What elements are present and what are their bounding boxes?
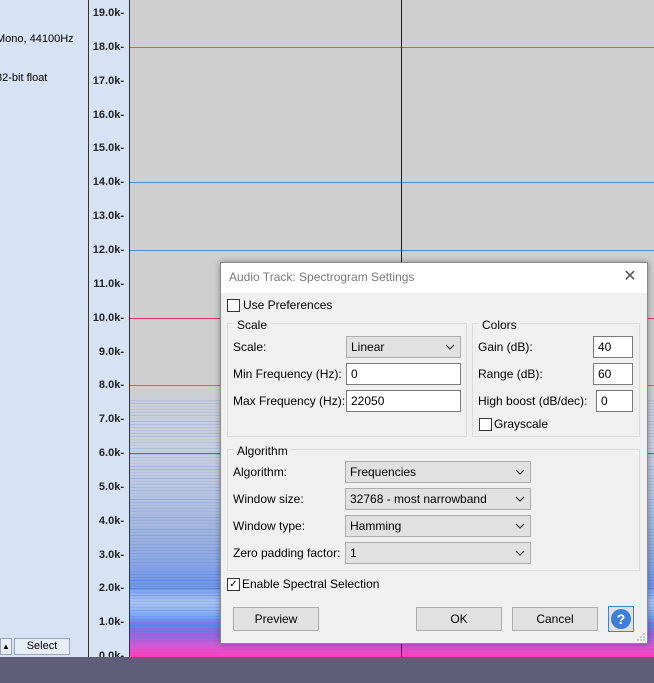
- colors-group-title: Colors: [479, 318, 520, 332]
- high-boost-label: High boost (dB/dec):: [478, 394, 588, 408]
- spectrogram-stripe: [130, 649, 654, 650]
- use-preferences-label: Use Preferences: [243, 298, 333, 312]
- scale-select-value: Linear: [351, 340, 385, 354]
- window-size-label: Window size:: [233, 492, 304, 506]
- spectrogram-stripe: [130, 655, 654, 656]
- high-boost-input[interactable]: 0: [596, 390, 633, 412]
- collapse-track-button[interactable]: ▲: [0, 638, 12, 655]
- scale-select[interactable]: Linear: [346, 336, 461, 358]
- max-frequency-input[interactable]: 22050: [346, 390, 461, 412]
- spectral-selection-label: Enable Spectral Selection: [242, 577, 380, 591]
- grid-line: [130, 47, 654, 48]
- chevron-down-icon: [515, 469, 525, 475]
- chevron-down-icon: [515, 550, 525, 556]
- spectrogram-stripe: [130, 652, 654, 653]
- help-icon: ?: [611, 609, 631, 629]
- spectrogram-stripe: [130, 646, 654, 647]
- dialog-titlebar[interactable]: Audio Track: Spectrogram Settings ✕: [221, 263, 647, 293]
- window-size-select-value: 32768 - most narrowband: [350, 492, 487, 506]
- ruler-tick-label: 6.0k-: [98, 447, 124, 460]
- grayscale-label: Grayscale: [494, 417, 549, 431]
- zero-padding-select[interactable]: 1: [345, 542, 531, 564]
- window-type-label: Window type:: [233, 519, 306, 533]
- chevron-down-icon: [515, 523, 525, 529]
- ruler-tick-label: 2.0k-: [98, 582, 124, 595]
- ruler-tick-label: 17.0k-: [92, 74, 124, 87]
- max-frequency-label: Max Frequency (Hz):: [233, 394, 346, 408]
- close-icon[interactable]: ✕: [619, 266, 641, 288]
- grayscale-checkbox[interactable]: [479, 418, 492, 431]
- ruler-tick-label: 4.0k-: [98, 514, 124, 527]
- ruler-tick-label: 14.0k-: [92, 176, 124, 189]
- scale-label: Scale:: [233, 340, 267, 354]
- spectral-selection-checkbox[interactable]: ✓: [227, 578, 240, 591]
- scale-group-title: Scale: [234, 318, 271, 332]
- ruler-tick-label: 10.0k-: [92, 311, 124, 324]
- ruler-tick-label: 1.0k-: [98, 616, 124, 629]
- chevron-down-icon: [445, 344, 455, 350]
- algorithm-select-value: Frequencies: [350, 465, 417, 479]
- ruler-tick-label: 15.0k-: [92, 142, 124, 155]
- min-frequency-label: Min Frequency (Hz):: [233, 367, 342, 381]
- gain-label: Gain (dB):: [478, 340, 533, 354]
- ruler-tick-label: 9.0k-: [98, 345, 124, 358]
- window-type-select[interactable]: Hamming: [345, 515, 531, 537]
- frequency-ruler: 19.0k- 18.0k- 17.0k- 16.0k- 15.0k- 14.0k- 13.0…: [89, 0, 130, 662]
- ruler-tick-label: 13.0k-: [92, 210, 124, 223]
- ruler-tick-label: 18.0k-: [92, 40, 124, 53]
- gain-input[interactable]: 40: [593, 336, 633, 358]
- ruler-tick-label: 3.0k-: [98, 548, 124, 561]
- ruler-tick-label: 16.0k-: [92, 108, 124, 121]
- algorithm-label: Algorithm:: [233, 465, 288, 479]
- window-type-select-value: Hamming: [350, 519, 402, 533]
- track-format-rate: Mono, 44100Hz: [0, 33, 74, 45]
- checkmark-icon: ✓: [229, 579, 238, 590]
- range-label: Range (dB):: [478, 367, 543, 381]
- ruler-tick-label: 19.0k-: [92, 7, 124, 19]
- ruler-tick-label: 5.0k-: [98, 480, 124, 493]
- use-preferences-checkbox[interactable]: [227, 299, 240, 312]
- help-button[interactable]: ?: [608, 606, 634, 632]
- preview-button[interactable]: Preview: [233, 607, 319, 631]
- spectrogram-settings-dialog: Audio Track: Spectrogram Settings ✕ Use …: [220, 262, 648, 644]
- bottom-bar: [0, 657, 654, 683]
- zero-padding-select-value: 1: [350, 546, 357, 560]
- track-control-panel: Mono, 44100Hz 32-bit float ▲ Select: [0, 0, 89, 657]
- resize-grip-icon[interactable]: [636, 632, 646, 642]
- min-frequency-input[interactable]: 0: [346, 363, 461, 385]
- ok-button[interactable]: OK: [416, 607, 502, 631]
- ruler-tick-label: 12.0k-: [92, 243, 124, 256]
- grid-line: [130, 250, 654, 251]
- ruler-tick-label: 7.0k-: [98, 413, 124, 426]
- algorithm-group-title: Algorithm: [234, 444, 291, 458]
- zero-padding-label: Zero padding factor:: [233, 546, 341, 560]
- ruler-tick-label: 8.0k-: [98, 379, 124, 392]
- ruler-tick-label: 11.0k-: [93, 277, 124, 290]
- algorithm-select[interactable]: Frequencies: [345, 461, 531, 483]
- dialog-title: Audio Track: Spectrogram Settings: [229, 270, 415, 284]
- track-format-bits: 32-bit float: [0, 72, 48, 84]
- chevron-down-icon: [515, 496, 525, 502]
- track-info: Mono, 44100Hz 32-bit float: [0, 7, 74, 111]
- range-input[interactable]: 60: [593, 363, 633, 385]
- grid-line: [130, 182, 654, 183]
- cancel-button[interactable]: Cancel: [512, 607, 598, 631]
- select-track-button[interactable]: Select: [14, 638, 70, 655]
- window-size-select[interactable]: 32768 - most narrowband: [345, 488, 531, 510]
